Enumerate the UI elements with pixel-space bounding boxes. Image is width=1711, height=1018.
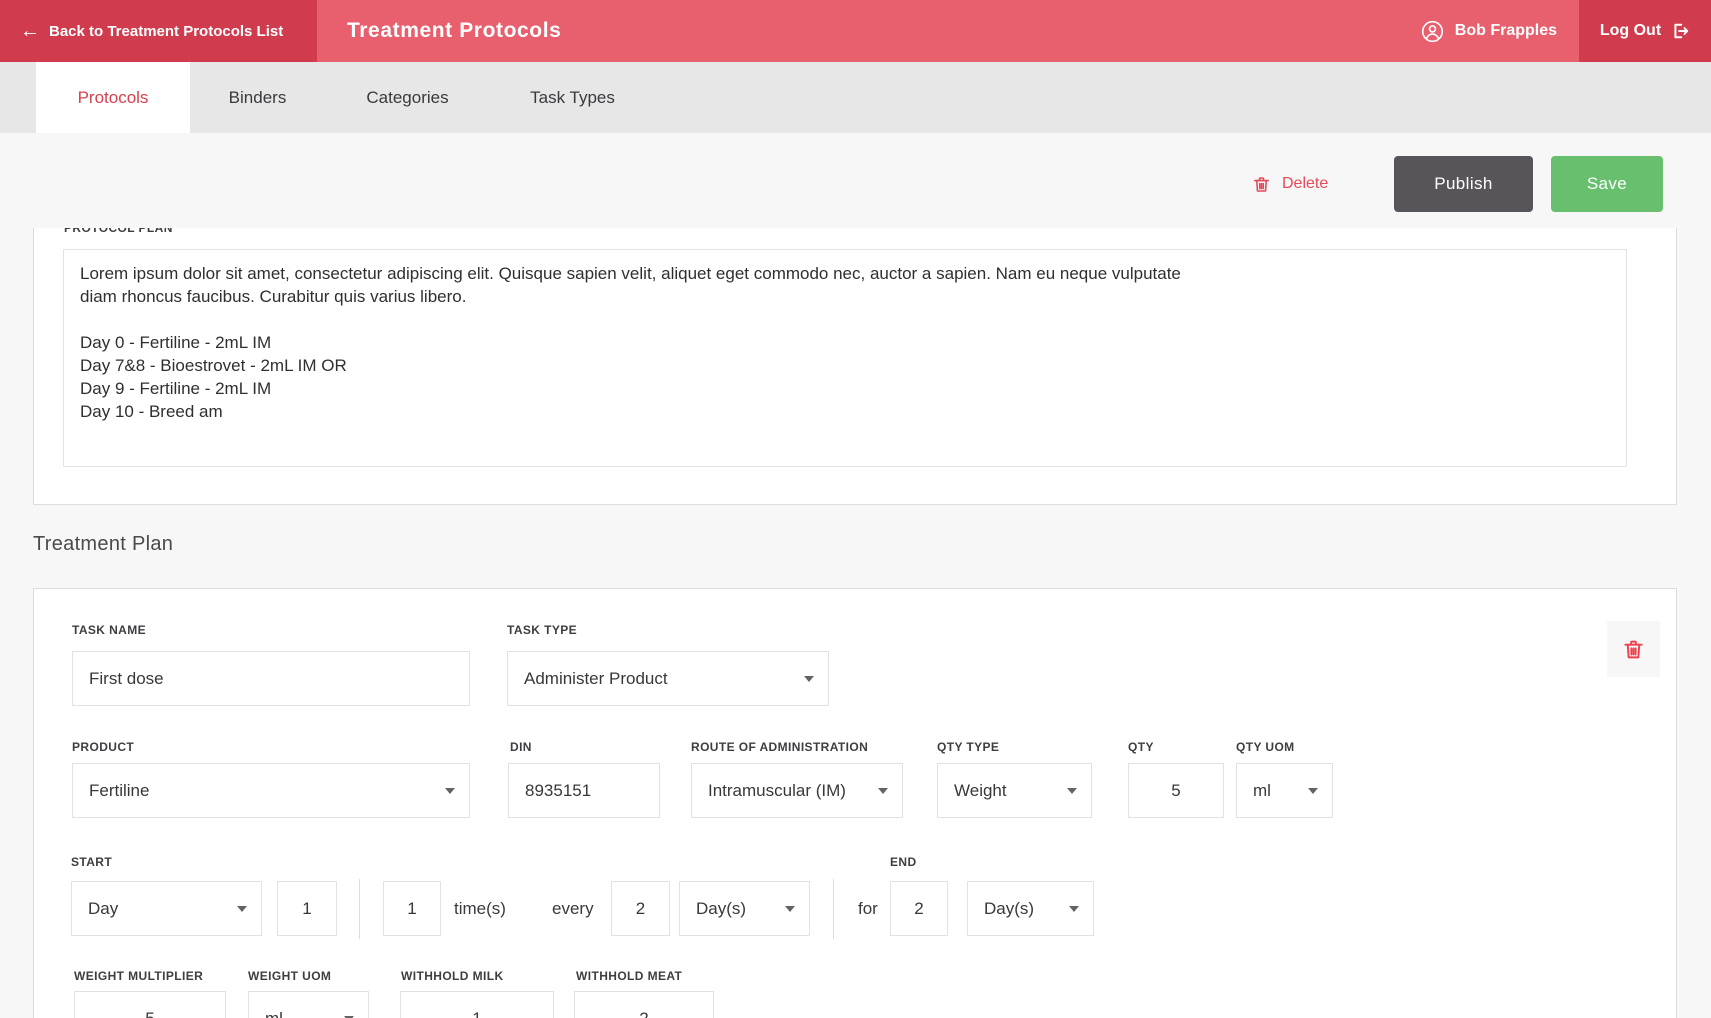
tab-categories[interactable]: Categories — [325, 62, 490, 133]
protocol-plan-card: PROTOCOL PLAN Lorem ipsum dolor sit amet… — [33, 228, 1677, 505]
tab-protocols[interactable]: Protocols — [36, 62, 190, 133]
withhold-meat-label: WITHHOLD MEAT — [576, 969, 682, 983]
route-select[interactable]: Intramuscular (IM) — [691, 763, 903, 818]
din-input[interactable] — [508, 763, 660, 818]
chevron-down-icon — [1067, 788, 1077, 794]
protocol-plan-textarea[interactable]: Lorem ipsum dolor sit amet, consectetur … — [63, 249, 1627, 467]
tab-bar: Protocols Binders Categories Task Types — [0, 62, 1711, 133]
weight-multiplier-label: WEIGHT MULTIPLIER — [74, 969, 203, 983]
qty-uom-label: QTY UOM — [1236, 740, 1295, 754]
user-menu[interactable]: Bob Frapples — [1421, 0, 1557, 62]
route-value: Intramuscular (IM) — [708, 781, 878, 801]
back-arrow-icon: ← — [20, 21, 40, 41]
page-title: Treatment Protocols — [347, 0, 561, 62]
times-input[interactable] — [383, 881, 441, 936]
task-name-label: TASK NAME — [72, 623, 146, 637]
end-unit-value: Day(s) — [984, 899, 1069, 919]
withhold-milk-input[interactable] — [400, 991, 554, 1018]
weight-uom-value: ml — [265, 1009, 344, 1018]
treatment-task-card: TASK NAME TASK TYPE Administer Product P… — [33, 588, 1677, 1018]
user-avatar-icon — [1421, 20, 1444, 43]
every-text: every — [552, 881, 594, 936]
product-value: Fertiline — [89, 781, 445, 801]
qty-type-select[interactable]: Weight — [937, 763, 1092, 818]
chevron-down-icon — [237, 906, 247, 912]
tabbar-spacer — [0, 62, 36, 133]
every-unit-select[interactable]: Day(s) — [679, 881, 810, 936]
logout-button[interactable]: Log Out — [1579, 0, 1711, 62]
end-unit-select[interactable]: Day(s) — [967, 881, 1094, 936]
qty-type-value: Weight — [954, 781, 1067, 801]
end-label: END — [890, 855, 917, 869]
chevron-down-icon — [878, 788, 888, 794]
back-label: Back to Treatment Protocols List — [49, 23, 283, 40]
tab-binders[interactable]: Binders — [190, 62, 325, 133]
trash-icon — [1252, 175, 1271, 194]
chevron-down-icon — [1069, 906, 1079, 912]
chevron-down-icon — [1308, 788, 1318, 794]
chevron-down-icon — [445, 788, 455, 794]
treatment-plan-heading: Treatment Plan — [33, 533, 173, 556]
product-select[interactable]: Fertiline — [72, 763, 470, 818]
start-label: START — [71, 855, 112, 869]
tab-categories-label: Categories — [366, 88, 448, 108]
task-type-select[interactable]: Administer Product — [507, 651, 829, 706]
qty-label: QTY — [1128, 740, 1154, 754]
divider — [359, 879, 360, 939]
delete-task-button[interactable] — [1607, 621, 1660, 677]
qty-type-label: QTY TYPE — [937, 740, 999, 754]
start-period-select[interactable]: Day — [71, 881, 262, 936]
task-name-input[interactable] — [72, 651, 470, 706]
protocol-plan-text: Lorem ipsum dolor sit amet, consectetur … — [80, 262, 1220, 423]
start-period-value: Day — [88, 899, 237, 919]
divider — [833, 879, 834, 939]
every-unit-value: Day(s) — [696, 899, 785, 919]
tab-binders-label: Binders — [229, 88, 287, 108]
withhold-meat-input[interactable] — [574, 991, 714, 1018]
every-value-input[interactable] — [611, 881, 670, 936]
user-name: Bob Frapples — [1455, 22, 1557, 40]
delete-protocol-button[interactable]: Delete — [1252, 156, 1328, 212]
save-button[interactable]: Save — [1551, 156, 1663, 212]
task-type-label: TASK TYPE — [507, 623, 577, 637]
app-header: ← Back to Treatment Protocols List Treat… — [0, 0, 1711, 62]
start-day-input[interactable] — [277, 881, 337, 936]
qty-uom-value: ml — [1253, 781, 1308, 801]
tab-task-types[interactable]: Task Types — [490, 62, 655, 133]
withhold-milk-label: WITHHOLD MILK — [401, 969, 504, 983]
trash-icon — [1622, 638, 1645, 661]
chevron-down-icon — [785, 906, 795, 912]
din-label: DIN — [510, 740, 532, 754]
route-label: ROUTE OF ADMINISTRATION — [691, 740, 868, 754]
qty-input[interactable] — [1128, 763, 1224, 818]
times-suffix-text: time(s) — [454, 881, 506, 936]
page: ← Back to Treatment Protocols List Treat… — [0, 0, 1711, 1018]
tab-task-types-label: Task Types — [530, 88, 615, 108]
protocol-plan-label: PROTOCOL PLAN — [64, 228, 173, 235]
logout-label: Log Out — [1600, 22, 1661, 40]
for-text: for — [858, 881, 878, 936]
weight-multiplier-input[interactable] — [74, 991, 226, 1018]
end-value-input[interactable] — [890, 881, 948, 936]
weight-uom-select[interactable]: ml — [248, 991, 369, 1018]
publish-button[interactable]: Publish — [1394, 156, 1533, 212]
weight-uom-label: WEIGHT UOM — [248, 969, 331, 983]
qty-uom-select[interactable]: ml — [1236, 763, 1333, 818]
tab-protocols-label: Protocols — [78, 88, 149, 108]
back-to-list-button[interactable]: ← Back to Treatment Protocols List — [0, 0, 317, 62]
task-type-value: Administer Product — [524, 669, 804, 689]
delete-label: Delete — [1282, 175, 1328, 193]
product-label: PRODUCT — [72, 740, 134, 754]
logout-icon — [1670, 21, 1690, 41]
chevron-down-icon — [804, 676, 814, 682]
